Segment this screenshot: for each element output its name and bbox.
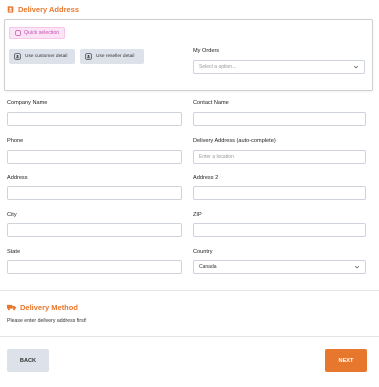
quick-selection-label: Quick selection bbox=[24, 30, 60, 36]
next-button[interactable]: NEXT bbox=[325, 349, 367, 372]
user-badge-icon bbox=[85, 53, 92, 60]
section-divider bbox=[0, 290, 379, 291]
state-label: State bbox=[7, 249, 21, 255]
chevron-down-icon bbox=[354, 265, 360, 269]
company-name-label: Company Name bbox=[7, 100, 48, 106]
address2-label: Address 2 bbox=[193, 175, 219, 181]
use-customer-detail-label: Use customer detail bbox=[25, 54, 68, 59]
phone-label: Phone bbox=[7, 138, 24, 144]
footer-divider bbox=[0, 336, 379, 337]
delivery-method-title-text: Delivery Method bbox=[20, 303, 78, 312]
zip-input[interactable] bbox=[193, 223, 366, 237]
user-badge-icon bbox=[14, 53, 21, 60]
use-reseller-detail-button[interactable]: Use reseller detail bbox=[80, 49, 144, 64]
delivery-address-title-text: Delivery Address bbox=[18, 5, 80, 14]
company-name-input[interactable] bbox=[7, 112, 182, 126]
city-input[interactable] bbox=[7, 223, 182, 237]
contact-name-input[interactable] bbox=[193, 112, 366, 126]
delivery-method-note: Please enter delivery address first! bbox=[7, 318, 87, 324]
address-book-icon bbox=[7, 6, 14, 13]
back-button[interactable]: BACK bbox=[7, 349, 49, 372]
my-orders-label: My Orders bbox=[193, 48, 220, 54]
phone-input[interactable] bbox=[7, 150, 182, 164]
address-input[interactable] bbox=[7, 186, 182, 200]
delivery-address-autocomplete-input[interactable]: Enter a location bbox=[193, 150, 366, 164]
zip-label: ZIP bbox=[193, 212, 202, 218]
truck-icon bbox=[7, 304, 16, 311]
use-customer-detail-button[interactable]: Use customer detail bbox=[9, 49, 75, 64]
delivery-method-title: Delivery Method bbox=[7, 303, 78, 312]
quick-selection-chip: Quick selection bbox=[9, 27, 66, 39]
address2-input[interactable] bbox=[193, 186, 366, 200]
address-label: Address bbox=[7, 175, 28, 181]
contact-name-label: Contact Name bbox=[193, 100, 229, 106]
sparkle-icon bbox=[15, 30, 21, 36]
delivery-address-autocomplete-label: Delivery Address (auto-complete) bbox=[193, 138, 276, 144]
my-orders-select[interactable]: Select a option... bbox=[193, 60, 365, 74]
chevron-down-icon bbox=[353, 65, 359, 69]
country-select[interactable]: Canada bbox=[193, 260, 366, 274]
delivery-address-autocomplete-placeholder: Enter a location bbox=[199, 154, 234, 160]
my-orders-placeholder: Select a option... bbox=[199, 64, 237, 70]
delivery-address-title: Delivery Address bbox=[7, 5, 79, 14]
country-value: Canada bbox=[199, 264, 217, 270]
country-label: Country bbox=[193, 249, 213, 255]
city-label: City bbox=[7, 212, 17, 218]
state-input[interactable] bbox=[7, 260, 182, 274]
use-reseller-detail-label: Use reseller detail bbox=[96, 54, 135, 59]
